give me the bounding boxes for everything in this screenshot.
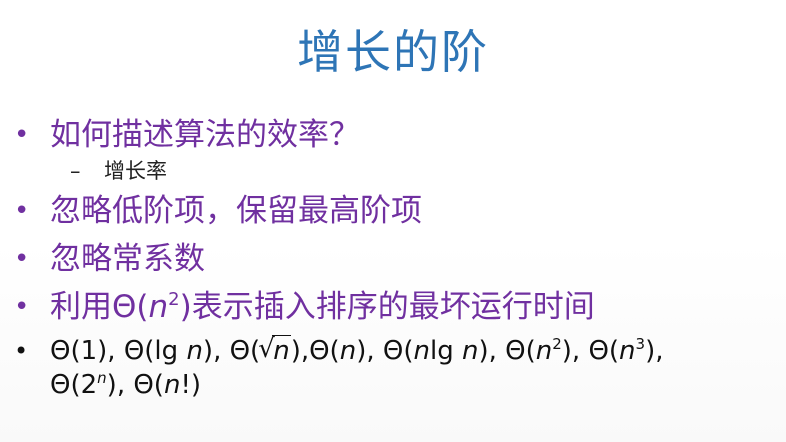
math-text: lg — [429, 336, 462, 366]
math-text: ), Θ( — [106, 370, 164, 400]
bullet-text: 如何描述算法的效率？ — [50, 117, 360, 153]
math-var: n — [535, 336, 553, 366]
math-var: n — [339, 336, 357, 366]
bullet-item: • 如何描述算法的效率？ — [14, 114, 784, 156]
sub-bullet-item: – 增长率 — [14, 156, 784, 186]
math-text: !) — [180, 370, 202, 400]
sub-bullet-dash-icon: – — [70, 159, 81, 183]
bullet-dot-icon: • — [14, 337, 29, 365]
math-text: ), Θ( — [561, 336, 620, 366]
sub-bullet-text: 增长率 — [104, 159, 167, 183]
math-text: ), Θ( — [356, 336, 414, 366]
math-exponent: 2 — [552, 335, 562, 353]
math-var: n — [619, 336, 636, 366]
theta-argument: n — [148, 289, 169, 325]
theta-exponent: 2 — [168, 289, 180, 310]
slide-title: 增长的阶 — [297, 25, 489, 79]
math-text: ),Θ( — [290, 336, 340, 366]
math-var: n — [186, 336, 203, 366]
bullet-text: 忽略低阶项，保留最高阶项 — [50, 193, 422, 229]
slide: 增长的阶 • 如何描述算法的效率？ – 增长率 • 忽略低阶项，保留最高阶项 •… — [0, 0, 786, 442]
bullet-dot-icon: • — [14, 120, 30, 150]
math-var: n — [413, 336, 430, 366]
bullet-text: 忽略常系数 — [50, 241, 205, 277]
bullet-list: • 如何描述算法的效率？ – 增长率 • 忽略低阶项，保留最高阶项 • 忽略常系… — [14, 114, 784, 402]
bullet-text-before: 利用 — [50, 289, 112, 325]
bullet-dot-icon: • — [14, 244, 30, 274]
bullet-dot-icon: • — [14, 196, 30, 226]
math-var: n — [461, 336, 479, 366]
bullet-text-after: 表示插入排序的最坏运行时间 — [191, 289, 595, 325]
math-exponent: n — [97, 369, 107, 387]
math-text: Θ(2 — [50, 370, 98, 400]
math-exponent: 3 — [635, 335, 646, 353]
complexity-line-1: Θ(1), Θ(lg n), Θ(√ n),Θ(n), Θ(nlg n), Θ(n… — [50, 334, 664, 368]
math-text: Θ(1), Θ(lg — [50, 336, 187, 366]
math-text: ), Θ( — [478, 336, 536, 366]
bullet-item: • 利用Θ(n2)表示插入排序的最坏运行时间 — [14, 286, 784, 328]
math-text: ), — [645, 336, 664, 366]
math-text: ), Θ( — [202, 336, 261, 366]
bullet-item: • 忽略常系数 — [14, 238, 784, 280]
math-var: n — [163, 370, 181, 400]
theta-symbol: Θ — [112, 289, 137, 325]
bullet-dot-icon: • — [14, 292, 30, 322]
sqrt-radical-icon: √ — [258, 334, 275, 364]
sqrt-expression: √ n — [258, 334, 291, 368]
complexity-list-item: • Θ(1), Θ(lg n), Θ(√ n),Θ(n), Θ(nlg n), Θ… — [14, 334, 784, 402]
bullet-item: • 忽略低阶项，保留最高阶项 — [14, 190, 784, 232]
complexity-line-2: Θ(2n), Θ(n!) — [50, 370, 201, 400]
